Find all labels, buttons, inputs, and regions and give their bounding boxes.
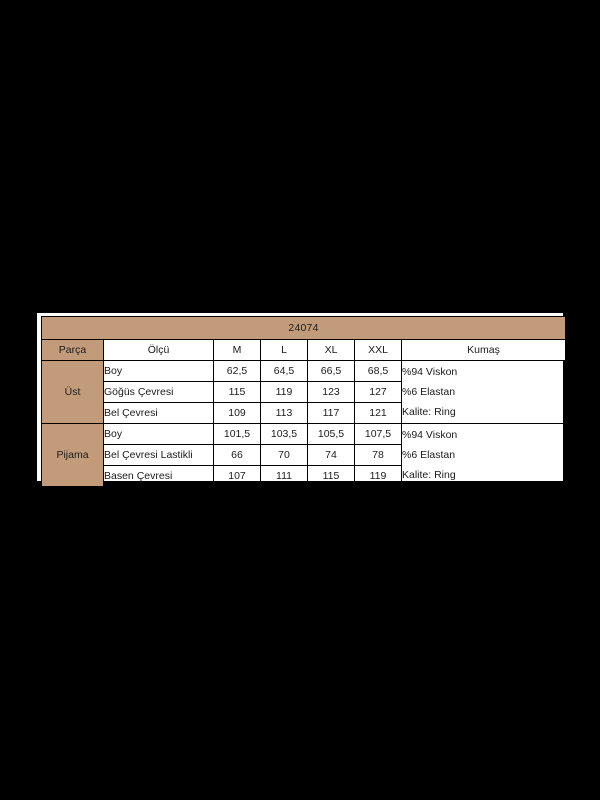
column-header-size-xxl: XXL: [354, 339, 402, 361]
measure-value: 107,5: [354, 423, 402, 445]
column-header-size-l: L: [260, 339, 308, 361]
group-label-ust: Üst: [41, 360, 104, 424]
measure-value: 111: [260, 465, 308, 487]
measure-value: 66: [213, 444, 261, 466]
measure-value: 78: [354, 444, 402, 466]
fabric-line: %94 Viskon: [402, 366, 458, 378]
measure-label: Bel Çevresi: [103, 402, 214, 424]
measure-value: 113: [260, 402, 308, 424]
measure-label: Basen Çevresi: [103, 465, 214, 487]
column-header-parca: Parça: [41, 339, 104, 361]
fabric-composition-pijama: %94 Viskon %6 Elastan Kalite: Ring: [400, 423, 567, 487]
size-chart-container: 24074 Parça Ölçü M L XL XXL Kumaş Üst Bo…: [37, 313, 567, 487]
measure-value: 74: [307, 444, 355, 466]
measure-value: 64,5: [260, 360, 308, 382]
measure-label: Bel Çevresi Lastikli: [103, 444, 214, 466]
measure-value: 115: [213, 381, 261, 403]
measure-value: 101,5: [213, 423, 261, 445]
measure-value: 119: [354, 465, 402, 487]
measure-value: 123: [307, 381, 355, 403]
measure-label: Göğüs Çevresi: [103, 381, 214, 403]
fabric-line: Kalite: Ring: [402, 469, 456, 481]
measure-value: 121: [354, 402, 402, 424]
measure-label: Boy: [103, 360, 214, 382]
fabric-composition-ust: %94 Viskon %6 Elastan Kalite: Ring: [400, 360, 567, 424]
measure-value: 107: [213, 465, 261, 487]
column-header-olcu: Ölçü: [103, 339, 214, 361]
measure-value: 117: [307, 402, 355, 424]
measure-value: 115: [307, 465, 355, 487]
column-header-kumas: Kumaş: [400, 339, 567, 361]
table-row: Pijama Boy 101,5 103,5 105,5 107,5 %94 V…: [41, 423, 567, 487]
size-chart-table: 24074 Parça Ölçü M L XL XXL Kumaş Üst Bo…: [40, 316, 567, 487]
measure-value: 119: [260, 381, 308, 403]
table-header-row: Parça Ölçü M L XL XXL Kumaş: [41, 339, 567, 361]
column-header-size-xl: XL: [307, 339, 355, 361]
fabric-line: Kalite: Ring: [402, 406, 456, 418]
column-header-size-m: M: [213, 339, 261, 361]
measure-value: 103,5: [260, 423, 308, 445]
measure-value: 62,5: [213, 360, 261, 382]
measure-value: 109: [213, 402, 261, 424]
measure-value: 66,5: [307, 360, 355, 382]
table-row: Üst Boy 62,5 64,5 66,5 68,5 %94 Viskon %…: [41, 360, 567, 424]
fabric-line: %6 Elastan: [402, 386, 456, 398]
fabric-line: %6 Elastan: [402, 449, 456, 461]
group-label-pijama: Pijama: [41, 423, 104, 487]
measure-label: Boy: [103, 423, 214, 445]
measure-value: 70: [260, 444, 308, 466]
measure-value: 127: [354, 381, 402, 403]
product-code-title: 24074: [40, 316, 567, 340]
measure-value: 105,5: [307, 423, 355, 445]
table-title-row: 24074: [40, 316, 567, 340]
fabric-line: %94 Viskon: [402, 429, 458, 441]
measure-value: 68,5: [354, 360, 402, 382]
